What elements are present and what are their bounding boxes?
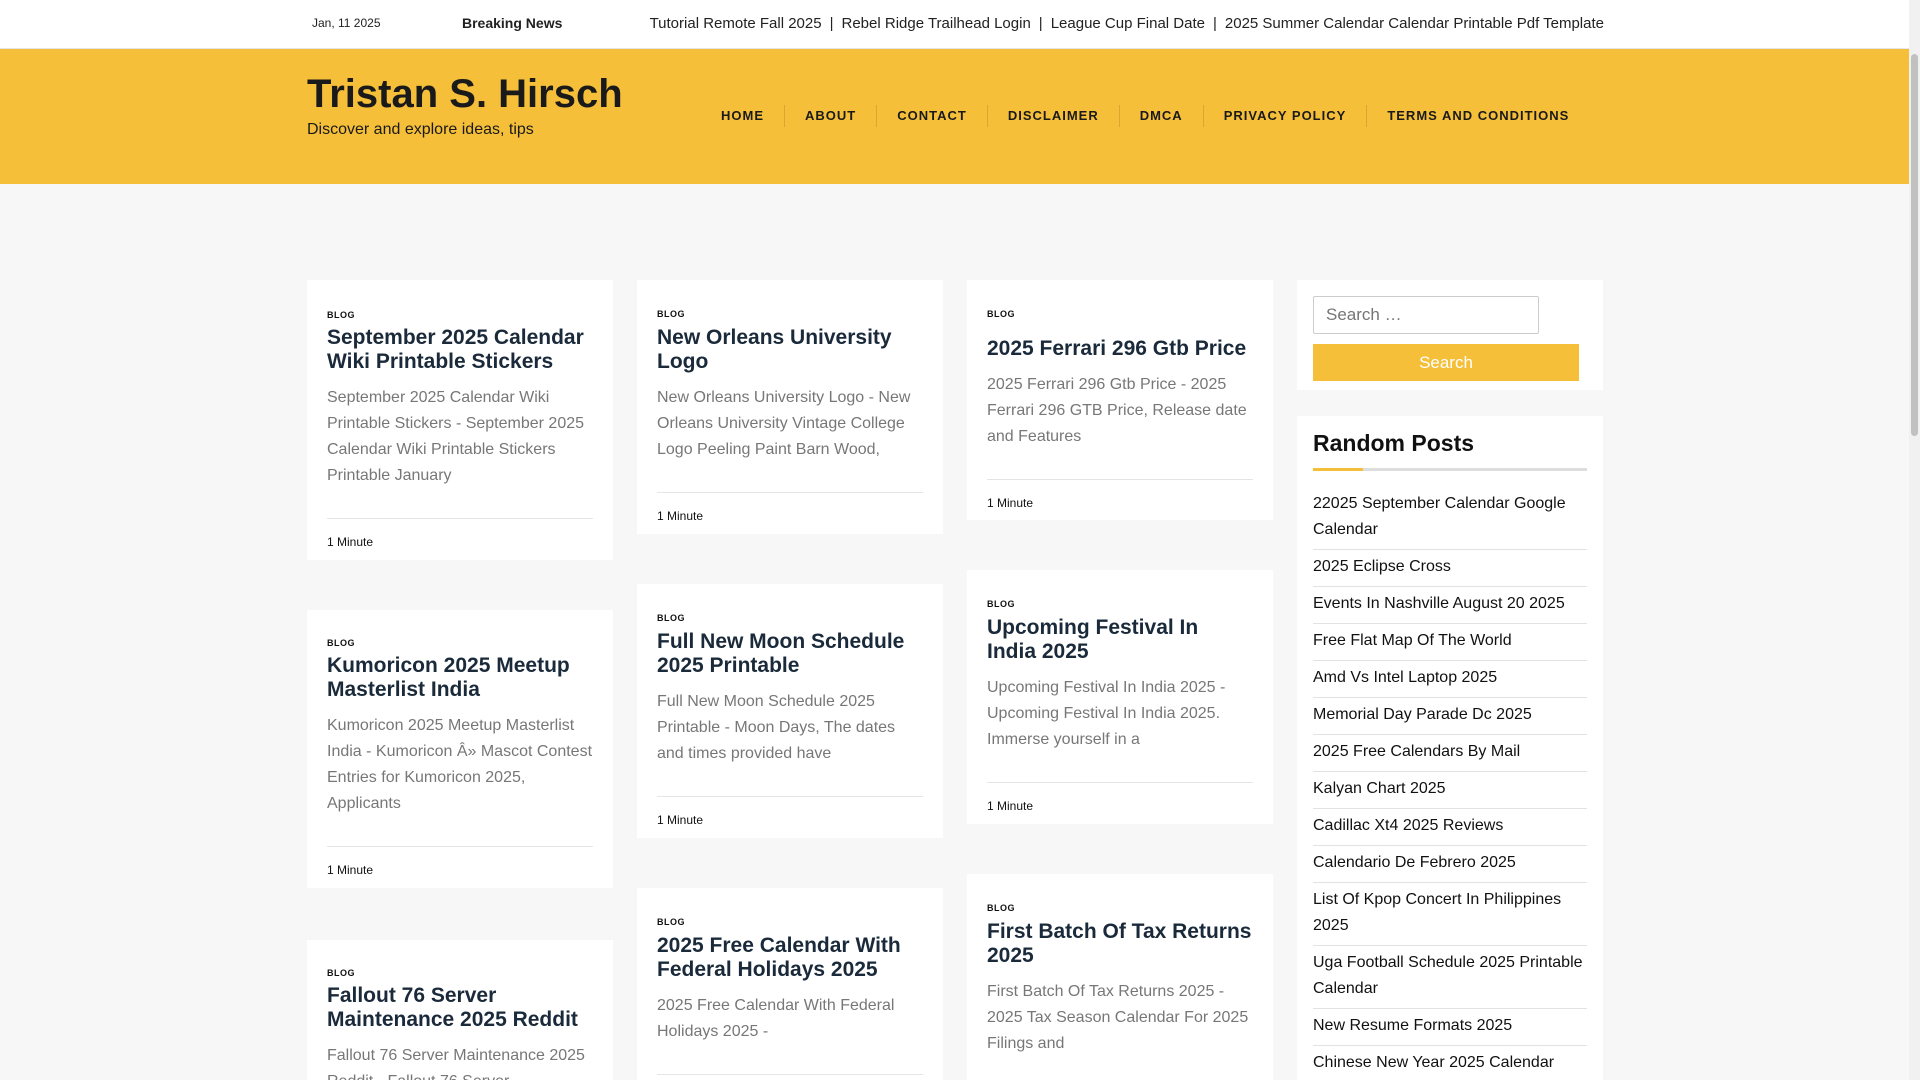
post-title[interactable]: Fallout 76 Server Maintenance 2025 Reddi…	[327, 984, 593, 1032]
ticker-separator: |	[1038, 15, 1043, 32]
post-read-time: 1 Minute	[657, 796, 923, 827]
random-post-link[interactable]: Free Flat Map Of The World	[1313, 624, 1587, 661]
ticker-link[interactable]: League Cup Final Date	[1051, 15, 1205, 32]
scrollbar-thumb[interactable]	[1911, 54, 1918, 436]
random-post-link[interactable]: Events In Nashville August 20 2025	[1313, 587, 1587, 624]
post-read-time: 1 Minute	[987, 479, 1253, 510]
ticker-separator: |	[1212, 15, 1217, 32]
post-excerpt: 2025 Free Calendar With Federal Holidays…	[657, 997, 895, 1040]
random-post-link[interactable]: List Of Kpop Concert In Philippines 2025	[1313, 883, 1587, 946]
search-input[interactable]	[1313, 296, 1539, 334]
site-title[interactable]: Tristan S. Hirsch	[307, 72, 623, 117]
post-card: BLOG 2025 Ferrari 296 Gtb Price 2025 Fer…	[967, 280, 1273, 520]
page-scrollbar[interactable]	[1909, 0, 1920, 1080]
random-post-link[interactable]: Memorial Day Parade Dc 2025	[1313, 698, 1587, 735]
nav-dmca[interactable]: DMCA	[1118, 105, 1203, 127]
random-post-link[interactable]: 2025 Eclipse Cross	[1313, 550, 1587, 587]
post-excerpt: Upcoming Festival In India 2025 - Upcomi…	[987, 679, 1226, 748]
title-underline	[1313, 468, 1587, 471]
random-posts-list: 22025 September Calendar Google Calendar…	[1313, 491, 1587, 1080]
post-category[interactable]: BLOG	[987, 599, 1015, 609]
post-category[interactable]: BLOG	[987, 309, 1015, 319]
news-ticker: Tutorial Remote Fall 2025 | Rebel Ridge …	[618, 0, 1604, 49]
search-button[interactable]: Search	[1313, 344, 1579, 381]
random-posts-title: Random Posts	[1313, 430, 1475, 456]
post-title[interactable]: First Batch Of Tax Returns 2025	[987, 920, 1253, 968]
post-category[interactable]: BLOG	[327, 638, 355, 648]
main-nav: HOME ABOUT CONTACT DISCLAIMER DMCA PRIVA…	[701, 105, 1589, 127]
nav-privacy-policy[interactable]: PRIVACY POLICY	[1202, 105, 1367, 127]
post-card: BLOG Kumoricon 2025 Meetup Masterlist In…	[307, 610, 613, 888]
post-read-time: 1 Minute	[987, 782, 1253, 813]
random-post-link[interactable]: Kalyan Chart 2025	[1313, 772, 1587, 809]
random-post-link[interactable]: 22025 September Calendar Google Calendar	[1313, 491, 1587, 550]
nav-about[interactable]: ABOUT	[784, 105, 876, 127]
post-excerpt: Full New Moon Schedule 2025 Printable - …	[657, 693, 896, 762]
post-title[interactable]: September 2025 Calendar Wiki Printable S…	[327, 326, 593, 374]
post-category[interactable]: BLOG	[327, 310, 355, 320]
site-tagline: Discover and explore ideas, tips	[307, 121, 534, 138]
current-date: Jan, 11 2025	[312, 16, 381, 30]
random-post-link[interactable]: Chinese New Year 2025 Calendar Animal	[1313, 1046, 1587, 1080]
nav-contact[interactable]: CONTACT	[876, 105, 987, 127]
random-post-link[interactable]: New Resume Formats 2025	[1313, 1009, 1587, 1046]
ticker-link[interactable]: 2025 Summer Calendar Calendar Printable …	[1225, 15, 1604, 32]
nav-home[interactable]: HOME	[701, 105, 784, 127]
post-category[interactable]: BLOG	[987, 903, 1015, 913]
post-card: BLOG September 2025 Calendar Wiki Printa…	[307, 280, 613, 560]
post-card: BLOG 2025 Free Calendar With Federal Hol…	[637, 888, 943, 1080]
random-posts-widget: Random Posts 22025 September Calendar Go…	[1297, 416, 1603, 1080]
post-card: BLOG First Batch Of Tax Returns 2025 Fir…	[967, 874, 1273, 1080]
post-excerpt: Kumoricon 2025 Meetup Masterlist India -…	[327, 717, 593, 812]
random-post-link[interactable]: Calendario De Febrero 2025	[1313, 846, 1587, 883]
post-title[interactable]: 2025 Free Calendar With Federal Holidays…	[657, 934, 923, 982]
post-title[interactable]: Full New Moon Schedule 2025 Printable	[657, 630, 923, 678]
post-title[interactable]: 2025 Ferrari 296 Gtb Price	[987, 337, 1253, 361]
post-read-time: 1 Minute	[327, 846, 593, 877]
post-card: BLOG Fallout 76 Server Maintenance 2025 …	[307, 940, 613, 1080]
random-post-link[interactable]: Cadillac Xt4 2025 Reviews	[1313, 809, 1587, 846]
nav-terms[interactable]: TERMS AND CONDITIONS	[1366, 105, 1589, 127]
post-category[interactable]: BLOG	[657, 917, 685, 927]
post-meta-divider	[657, 1074, 923, 1075]
post-excerpt: Fallout 76 Server Maintenance 2025 Reddi…	[327, 1047, 585, 1080]
search-widget: Search	[1297, 280, 1603, 390]
post-category[interactable]: BLOG	[657, 309, 685, 319]
ticker-link[interactable]: Rebel Ridge Trailhead Login	[842, 15, 1031, 32]
post-excerpt: First Batch Of Tax Returns 2025 - 2025 T…	[987, 983, 1249, 1052]
random-post-link[interactable]: Uga Football Schedule 2025 Printable Cal…	[1313, 946, 1587, 1009]
ticker-link[interactable]: Tutorial Remote Fall 2025	[650, 15, 822, 32]
post-title[interactable]: New Orleans University Logo	[657, 326, 923, 374]
post-excerpt: New Orleans University Logo - New Orlean…	[657, 389, 911, 458]
post-read-time: 1 Minute	[327, 518, 593, 549]
post-excerpt: 2025 Ferrari 296 Gtb Price - 2025 Ferrar…	[987, 376, 1247, 445]
post-card: BLOG Full New Moon Schedule 2025 Printab…	[637, 584, 943, 838]
post-title[interactable]: Kumoricon 2025 Meetup Masterlist India	[327, 654, 593, 702]
post-read-time: 1 Minute	[657, 492, 923, 523]
breaking-news-label: Breaking News	[462, 15, 563, 31]
post-card: BLOG New Orleans University Logo New Orl…	[637, 280, 943, 534]
random-post-link[interactable]: Amd Vs Intel Laptop 2025	[1313, 661, 1587, 698]
site-header: Tristan S. Hirsch Discover and explore i…	[0, 49, 1909, 184]
ticker-separator: |	[829, 15, 834, 32]
post-category[interactable]: BLOG	[327, 968, 355, 978]
post-card: BLOG Upcoming Festival In India 2025 Upc…	[967, 570, 1273, 824]
nav-disclaimer[interactable]: DISCLAIMER	[986, 105, 1119, 127]
post-category[interactable]: BLOG	[657, 613, 685, 623]
post-title[interactable]: Upcoming Festival In India 2025	[987, 616, 1253, 664]
top-bar: Jan, 11 2025 Breaking News Tutorial Remo…	[0, 0, 1909, 49]
post-excerpt: September 2025 Calendar Wiki Printable S…	[327, 389, 585, 484]
random-post-link[interactable]: 2025 Free Calendars By Mail	[1313, 735, 1587, 772]
